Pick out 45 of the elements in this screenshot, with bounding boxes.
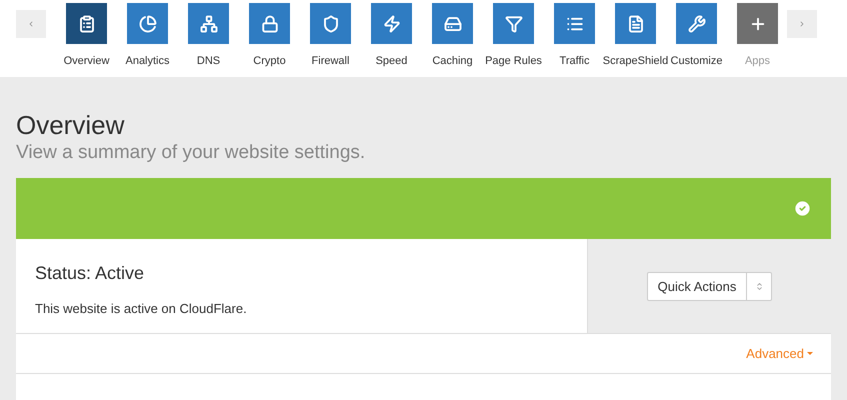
page-title: Overview [16, 110, 126, 140]
nav-label: Overview [64, 54, 110, 69]
nav-label: Caching [432, 54, 473, 69]
nav-tab[interactable]: DNS [178, 3, 239, 70]
nav-label: DNS [196, 54, 220, 69]
nav-label: ScrapeShield [602, 54, 668, 69]
nav-label: Analytics [125, 54, 170, 69]
shield-icon [322, 14, 340, 32]
nav-tab[interactable]: Page Rules [483, 3, 544, 70]
lightning-icon [382, 14, 400, 32]
quick-actions-dropdown[interactable]: Quick Actions [646, 272, 772, 301]
nav-tab[interactable]: Caching [422, 3, 483, 70]
nav-label: Speed [376, 54, 408, 69]
scroll-left-button[interactable] [16, 10, 46, 38]
chevron-right-icon [798, 20, 806, 28]
lock-icon [260, 14, 278, 32]
drive-icon [444, 14, 462, 32]
nav-label: Crypto [253, 54, 286, 69]
filter-icon [504, 14, 522, 32]
check-circle-icon [793, 199, 812, 218]
nav-label: Traffic [560, 54, 590, 69]
scroll-right-button[interactable] [787, 10, 817, 38]
clipboard-icon [78, 14, 96, 32]
status-title: Status: Active [35, 262, 146, 285]
nav-label: Apps [744, 54, 770, 69]
nav-label: Customize [670, 54, 722, 69]
nav-label: Page Rules [485, 54, 542, 69]
chevron-left-icon [27, 20, 35, 28]
up-down-icon [754, 282, 764, 291]
network-icon [200, 14, 218, 32]
nav-tab[interactable]: Speed [361, 3, 422, 70]
page-subtitle: View a summary of your website settings. [16, 141, 366, 165]
nav-tab[interactable]: Overview [56, 3, 117, 70]
nav-tab[interactable]: Crypto [239, 3, 300, 70]
wrench-icon [688, 14, 706, 32]
caret-icon [807, 352, 813, 355]
nav-label: Firewall [312, 54, 350, 69]
nav-tab[interactable]: ScrapeShield [605, 3, 666, 70]
nav-tab[interactable]: Customize [666, 3, 727, 70]
pie-chart-icon [138, 14, 156, 32]
nav-tab[interactable]: Traffic [544, 3, 605, 70]
status-text: This website is active on CloudFlare. [35, 300, 248, 318]
document-icon [626, 14, 644, 32]
nav-tab[interactable]: Firewall [300, 3, 361, 70]
nav-tab[interactable]: Analytics [117, 3, 178, 70]
